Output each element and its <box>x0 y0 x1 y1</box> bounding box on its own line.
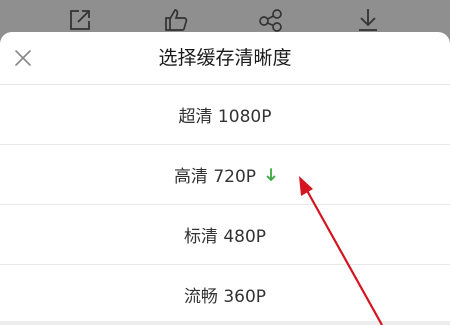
sheet-header: 选择缓存清晰度 <box>0 32 450 85</box>
cache-quality-sheet: 选择缓存清晰度 超清 1080P 高清 720P 标清 480P 流畅 360P <box>0 32 450 325</box>
sheet-title: 选择缓存清晰度 <box>158 47 292 69</box>
quality-option-label: 高清 720P <box>173 167 257 187</box>
quality-option-label: 流畅 360P <box>183 287 267 307</box>
like-icon[interactable] <box>162 6 190 34</box>
quality-option-label: 标清 480P <box>183 227 267 247</box>
share-icon[interactable] <box>66 6 94 34</box>
close-icon <box>15 50 31 66</box>
quality-option-720p[interactable]: 高清 720P <box>0 145 450 205</box>
quality-option-1080p[interactable]: 超清 1080P <box>0 85 450 145</box>
sheet-bottom-divider <box>0 321 450 325</box>
close-button[interactable] <box>10 45 36 71</box>
quality-option-480p[interactable]: 标清 480P <box>0 205 450 265</box>
download-icon[interactable] <box>354 6 382 34</box>
network-share-icon[interactable] <box>257 6 285 34</box>
quality-option-360p[interactable]: 流畅 360P <box>0 265 450 324</box>
quality-option-label: 超清 1080P <box>178 107 272 127</box>
downloaded-arrow-icon <box>266 167 276 181</box>
